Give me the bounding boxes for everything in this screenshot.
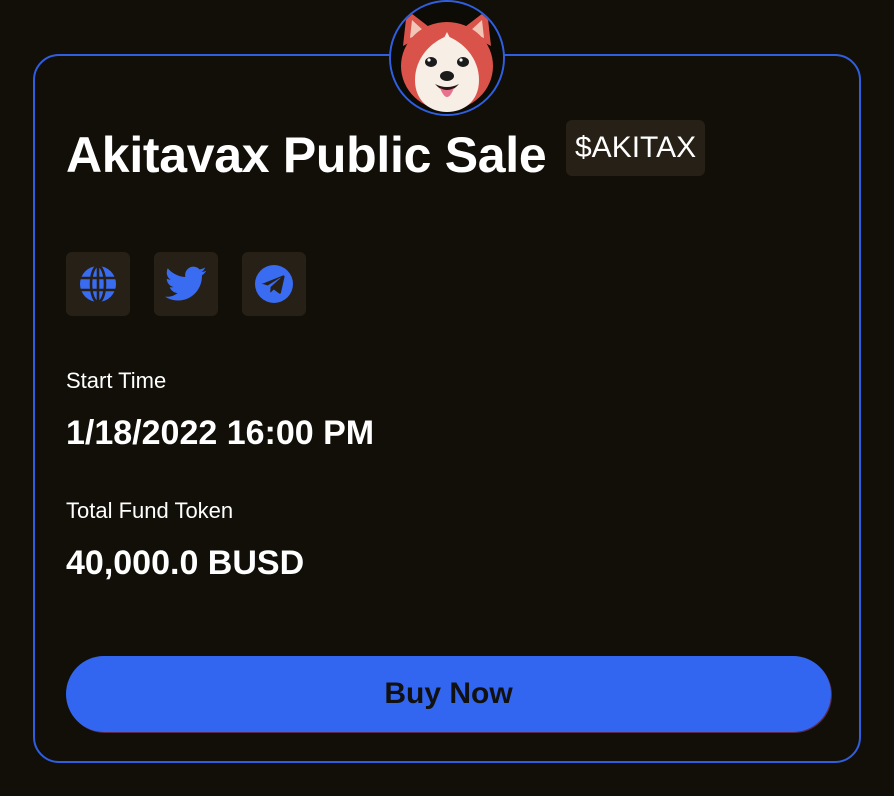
twitter-icon <box>165 266 207 301</box>
start-time-value: 1/18/2022 16:00 PM <box>66 414 375 452</box>
buy-now-button[interactable]: Buy Now <box>66 656 831 732</box>
total-fund-value: 40,000.0 BUSD <box>66 544 305 582</box>
ticker-badge: $AKITAX <box>566 120 706 176</box>
akita-dog-logo-icon <box>391 2 503 114</box>
telegram-icon <box>255 265 293 303</box>
globe-icon <box>80 264 116 304</box>
website-link[interactable] <box>66 252 130 316</box>
telegram-link[interactable] <box>242 252 306 316</box>
start-time-label: Start Time <box>66 368 167 393</box>
page-title: Akitavax Public Sale <box>66 127 547 183</box>
project-avatar <box>389 0 505 116</box>
twitter-link[interactable] <box>154 252 218 316</box>
total-fund-label: Total Fund Token <box>66 498 234 523</box>
